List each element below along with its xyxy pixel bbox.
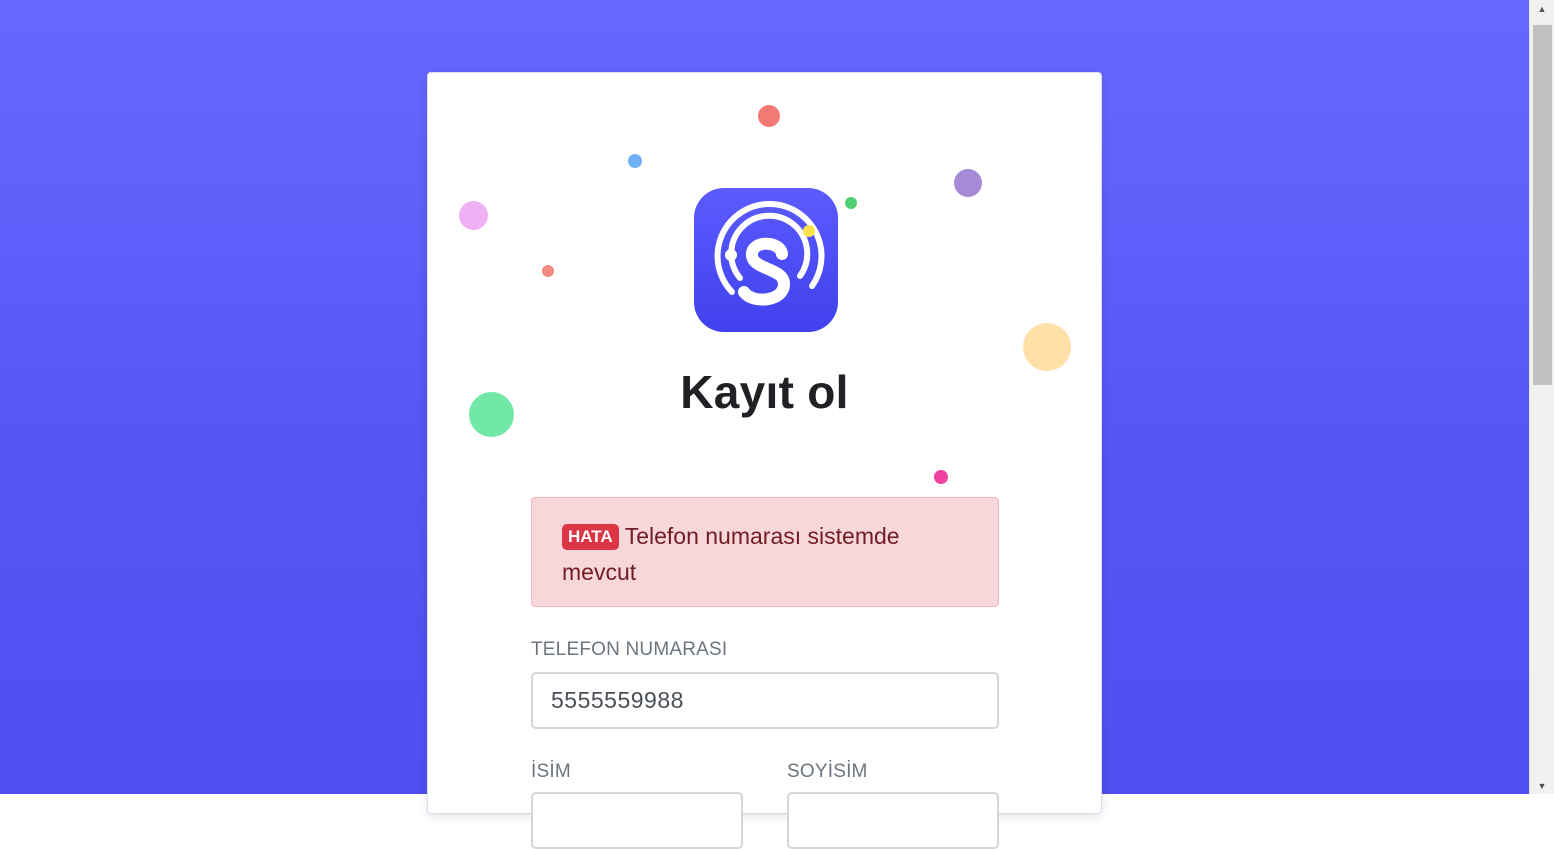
last-name-input[interactable] (787, 792, 999, 849)
decor-dot-pink-large (459, 201, 488, 230)
decor-dot-red (758, 105, 780, 127)
vertical-scrollbar[interactable]: ▲ ▼ (1529, 0, 1554, 794)
scrollbar-thumb[interactable] (1533, 25, 1552, 385)
error-badge: HATA (562, 524, 619, 550)
decor-dot-salmon (542, 265, 554, 277)
last-name-label: SOYİSİM (787, 761, 868, 782)
error-alert: HATA Telefon numarası sistemde mevcut (531, 497, 999, 607)
page-title: Kayıt ol (680, 366, 849, 418)
decor-dot-blue (628, 154, 642, 168)
scroll-up-arrow-icon[interactable]: ▲ (1530, 0, 1554, 17)
page-background: Kayıt ol HATA Telefon numarası sistemde m… (0, 0, 1529, 849)
decor-dot-magenta (934, 470, 948, 484)
scroll-down-arrow-icon[interactable]: ▼ (1530, 777, 1554, 794)
first-name-input[interactable] (531, 792, 743, 849)
decor-dot-purple (954, 169, 982, 197)
app-logo-icon (694, 188, 838, 332)
phone-label: TELEFON NUMARASI (531, 639, 728, 660)
decor-dot-yellow (1023, 323, 1071, 371)
decor-dot-green-small (845, 197, 857, 209)
first-name-label: İSİM (531, 761, 571, 782)
phone-input[interactable] (531, 672, 999, 729)
register-card: Kayıt ol HATA Telefon numarası sistemde m… (427, 72, 1102, 849)
logo-graphic (714, 201, 825, 306)
